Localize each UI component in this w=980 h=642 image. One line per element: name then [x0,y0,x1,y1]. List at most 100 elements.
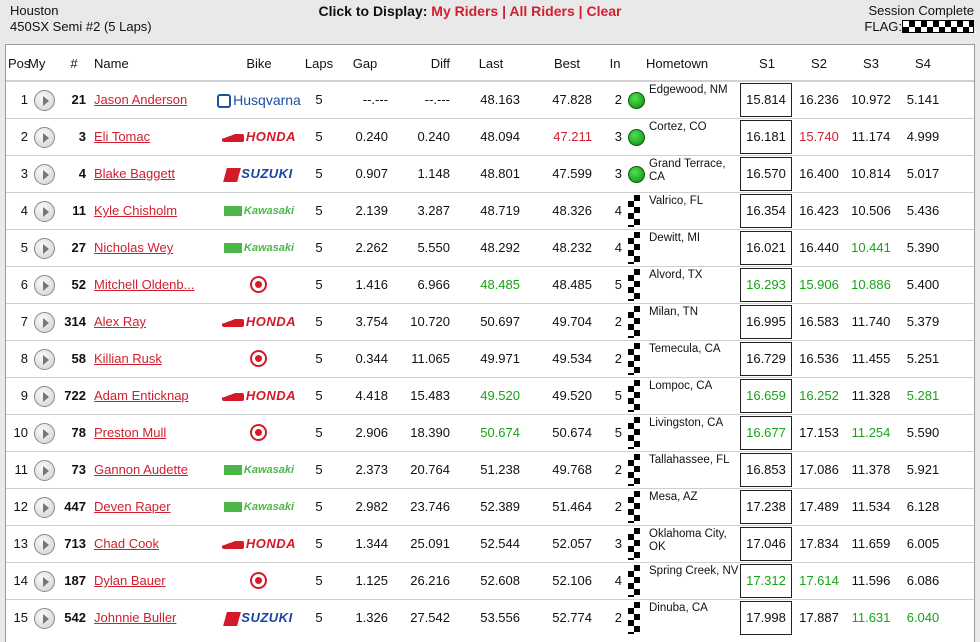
last-lap-cell: 52.544 [480,536,520,551]
in-cell: 2 [614,499,622,514]
flag-label: FLAG: [864,19,902,34]
bike-logo: YAMAHA [216,415,302,477]
bike-brand-name: Husqvarna [233,92,301,108]
rider-name-link[interactable]: Deven Raper [94,499,171,514]
table-row: 2 3 Eli Tomac HONDA 5 0.240 0.240 48.094 47.211 3… [6,118,974,155]
diff-cell: 18.390 [410,425,450,440]
rider-name-link[interactable]: Mitchell Oldenb... [94,277,194,292]
position-cell: 14 [13,573,28,588]
my-riders-link[interactable]: My Riders [431,3,498,19]
position-cell: 12 [13,499,28,514]
my-rider-toggle-button[interactable] [34,497,55,518]
sector-3-cell: 11.740 [851,314,891,329]
hometown-cell: Edgewood, NM [649,84,728,96]
sector-4-cell: 6.040 [906,610,940,625]
rider-name-link[interactable]: Chad Cook [94,536,159,551]
my-rider-toggle-button[interactable] [34,90,55,111]
rider-name-link[interactable]: Alex Ray [94,314,146,329]
my-rider-toggle-button[interactable] [34,127,55,148]
laps-cell: 5 [315,129,323,144]
in-cell: 2 [614,351,622,366]
sector-2-cell: 16.252 [799,388,839,403]
checkered-flag-icon [628,232,640,264]
table-row: 11 73 Gannon Audette Kawasaki 5 2.373 20.764 51… [6,451,974,488]
rider-name-link[interactable]: Adam Enticknap [94,388,189,403]
bike-logo: HONDA [216,304,302,340]
table-row: 3 4 Blake Baggett SUZUKI 5 0.907 1.148 48.801 47… [6,155,974,192]
rider-name-link[interactable]: Johnnie Buller [94,610,176,625]
rider-number: 21 [71,92,86,107]
clear-link[interactable]: Clear [586,3,621,19]
bike-logo: YAMAHA [216,341,302,403]
bike-brand-name: Kawasaki [243,464,295,476]
hometown-cell: Temecula, CA [649,343,721,355]
my-rider-toggle-button[interactable] [34,164,55,185]
in-cell: 2 [614,462,622,477]
table-row: 12 447 Deven Raper Kawasaki 5 2.982 23.746 52.3… [6,488,974,525]
rider-name-link[interactable]: Preston Mull [94,425,166,440]
laps-cell: 5 [315,277,323,292]
hometown-cell: Spring Creek, NV [649,565,739,577]
my-rider-toggle-button[interactable] [34,423,55,444]
sector-2-cell: 16.440 [799,240,839,255]
hometown-cell: Dewitt, MI [649,232,701,244]
session-status: Session Complete FLAG: [864,3,974,35]
table-row: 14 187 Dylan Bauer YAMAHA 5 1.125 26.216 52.608… [6,562,974,625]
sector-4-cell: 6.128 [906,499,940,514]
rider-name-link[interactable]: Kyle Chisholm [94,203,177,218]
sector-3-cell: 11.328 [851,388,891,403]
rider-name-cell: Nicholas Wey [94,230,212,266]
checkered-flag-icon [628,491,640,523]
rider-name-link[interactable]: Dylan Bauer [94,573,166,588]
my-rider-toggle-button[interactable] [34,386,55,407]
sector-3-cell: 11.378 [851,462,891,477]
bike-brand-name: SUZUKI [241,610,293,625]
sector-2-cell: 16.536 [799,351,839,366]
my-rider-toggle-button[interactable] [34,238,55,259]
sector-1-cell: 16.853 [740,453,792,487]
my-rider-toggle-button[interactable] [34,608,55,629]
diff-cell: 23.746 [410,499,450,514]
bike-brand-icon [223,502,242,513]
sector-2-cell: 15.906 [799,277,839,292]
sector-2-cell: 15.740 [799,129,839,144]
my-rider-toggle-button[interactable] [34,349,55,370]
my-rider-toggle-button[interactable] [34,275,55,296]
column-header-bike: Bike [246,56,272,71]
my-rider-toggle-button[interactable] [34,460,55,481]
bike-logo: YAMAHA [216,563,302,625]
my-rider-toggle-button[interactable] [34,534,55,555]
rider-name-link[interactable]: Gannon Audette [94,462,188,477]
sector-1-cell: 16.293 [740,268,792,302]
bike-brand-icon [221,540,244,549]
sector-4-cell: 5.141 [906,92,940,107]
all-riders-link[interactable]: All Riders [509,3,574,19]
sector-3-cell: 11.174 [851,129,891,144]
bike-logo: HONDA [216,526,302,562]
results-table: Pos My # Name Bike Laps Gap Diff Last Best In Homet… [5,44,975,642]
sector-3-cell: 11.254 [851,425,891,440]
rider-name-link[interactable]: Blake Baggett [94,166,175,181]
rider-name-link[interactable]: Jason Anderson [94,92,187,107]
best-lap-cell: 48.232 [552,240,592,255]
sector-1-cell: 16.677 [740,416,792,450]
hometown-cell: Tallahassee, FL [649,454,730,466]
sector-4-cell: 4.999 [906,129,940,144]
rider-name-link[interactable]: Nicholas Wey [94,240,173,255]
gap-cell: 2.982 [355,499,388,514]
rider-name-link[interactable]: Eli Tomac [94,129,150,144]
position-cell: 1 [20,92,28,107]
in-cell: 2 [614,610,622,625]
best-lap-cell: 49.768 [552,462,592,477]
rider-name-link[interactable]: Killian Rusk [94,351,162,366]
my-rider-toggle-button[interactable] [34,571,55,592]
rider-name-cell: Eli Tomac [94,119,212,155]
my-rider-toggle-button[interactable] [34,201,55,222]
separator: | [578,3,583,19]
gap-cell: 1.344 [355,536,388,551]
last-lap-cell: 52.608 [480,573,520,588]
bike-brand-name: SUZUKI [241,166,293,181]
best-lap-cell: 47.211 [553,129,592,144]
my-rider-toggle-button[interactable] [34,312,55,333]
laps-cell: 5 [315,388,323,403]
